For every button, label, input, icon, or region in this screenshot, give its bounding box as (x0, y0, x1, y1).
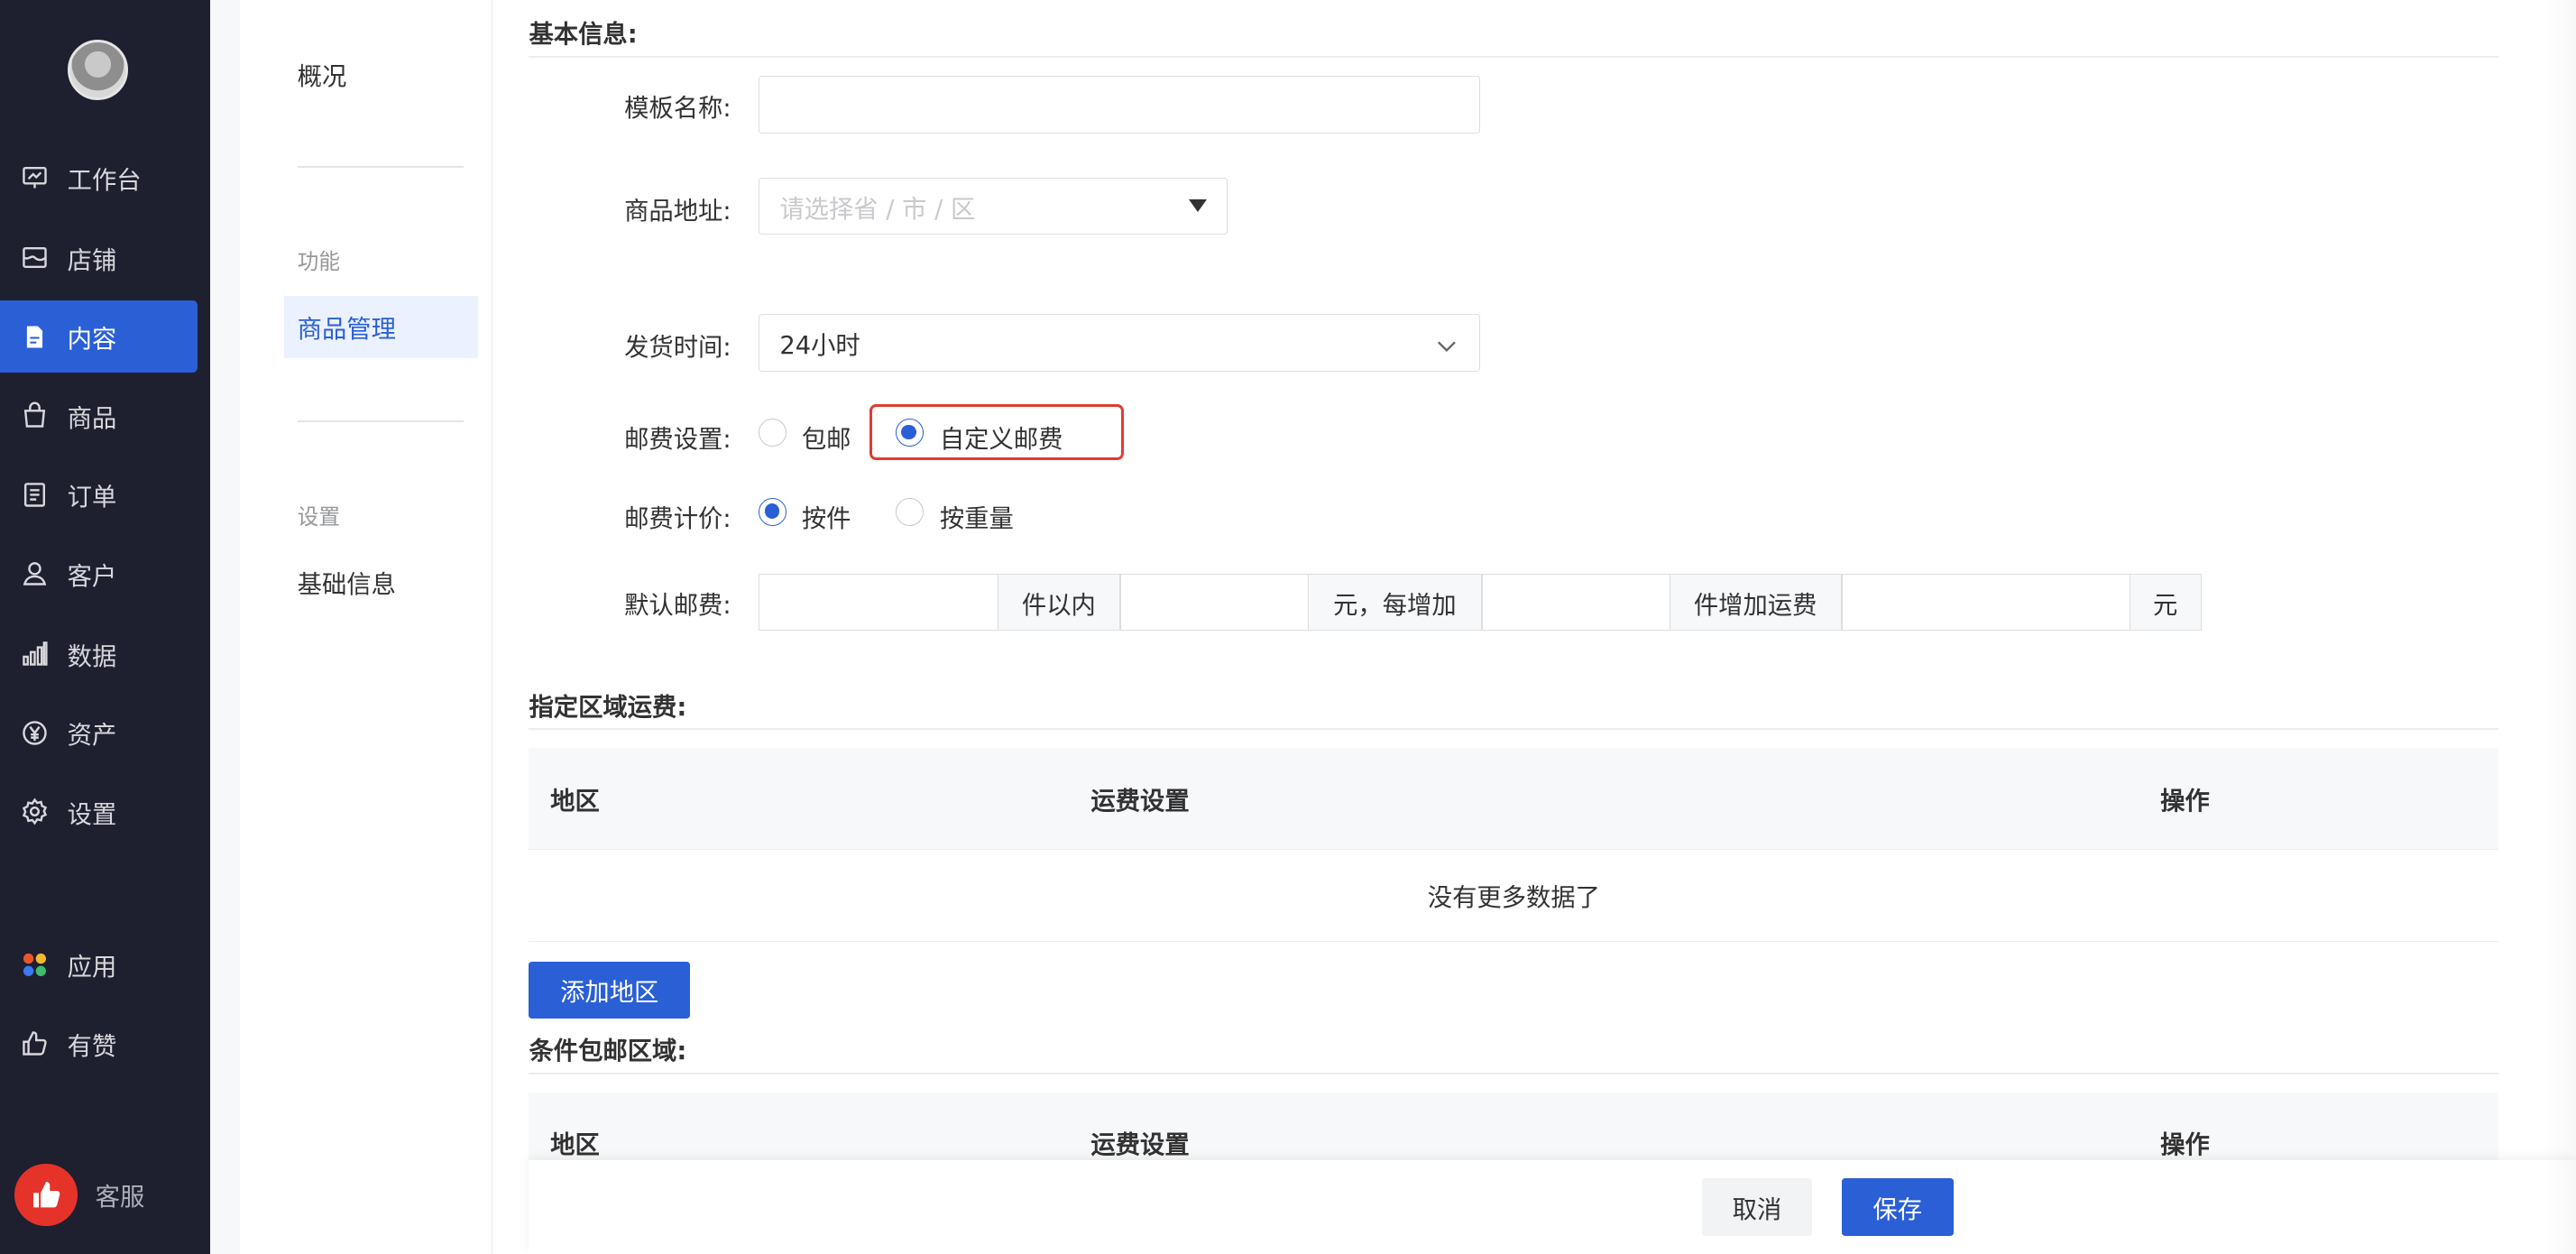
sub-item-label: 基础信息 (297, 570, 396, 599)
nav-item-apps[interactable]: 应用 (0, 928, 198, 1000)
nav-item-youzan[interactable]: 有赞 (0, 1008, 198, 1080)
sub-divider (297, 420, 464, 423)
addon-yuan: 元 (2129, 573, 2202, 632)
nav-item-customers[interactable]: 客户 (0, 538, 198, 610)
nav-label: 店铺 (67, 246, 117, 275)
radio-free-shipping-label[interactable]: 包邮 (802, 419, 851, 455)
col-setting: 运费设置 (1090, 1130, 1190, 1159)
cancel-button[interactable]: 取消 (1701, 1177, 1812, 1236)
col-action: 操作 (2160, 1130, 2210, 1159)
radio-by-piece-label[interactable]: 按件 (802, 498, 851, 534)
nav-label: 内容 (67, 326, 117, 355)
main-nav: 工作台 店铺 内容 商品 订单 客户 数据 资产 设置 应用 有赞 客服 (0, 0, 211, 1254)
address-select[interactable]: 请选择省 / 市 / 区 (759, 177, 1228, 235)
section-title-basic: 基本信息: (529, 20, 638, 49)
nav-gutter (210, 0, 240, 1254)
ship-time-label: 发货时间: (624, 334, 731, 363)
app-root: 工作台 店铺 内容 商品 订单 客户 数据 资产 设置 应用 有赞 客服 概况 … (0, 0, 2576, 1254)
region-table-header: 地区 运费设置 操作 (529, 747, 2499, 850)
address-placeholder: 请选择省 / 市 / 区 (779, 195, 976, 224)
sub-item-basic-info[interactable]: 基础信息 (284, 550, 478, 613)
nav-item-assets[interactable]: 资产 (0, 696, 198, 769)
sub-item-label: 商品管理 (297, 316, 396, 345)
sub-item-goods-manage[interactable]: 商品管理 (284, 295, 479, 359)
add-region-button[interactable]: 添加地区 (529, 961, 690, 1019)
sub-group-settings: 设置 (297, 503, 340, 530)
nav-item-content[interactable]: 内容 (0, 300, 198, 373)
sub-item-overview[interactable]: 概况 (284, 42, 478, 105)
radio-by-piece[interactable] (759, 497, 787, 526)
addon-yuan-each-add: 元，每增加 (1307, 573, 1482, 632)
sub-item-label: 概况 (297, 62, 347, 91)
customer-service-button[interactable]: 客服 (14, 1163, 145, 1226)
section-divider (529, 55, 2499, 58)
ship-time-select[interactable]: 24小时 (759, 313, 1481, 372)
chart-icon (20, 640, 50, 669)
section-divider (529, 1073, 2499, 1075)
order-icon (20, 480, 50, 510)
action-footer: 取消 保存 (529, 1159, 2576, 1254)
chevron-down-icon (1437, 331, 1457, 362)
section-title-conditional: 条件包邮区域: (529, 1037, 687, 1066)
nav-item-data[interactable]: 数据 (0, 618, 198, 690)
nav-label: 有赞 (67, 1032, 117, 1061)
first-pieces-input[interactable] (759, 573, 999, 632)
postage-label: 邮费设置: (624, 426, 731, 455)
document-icon (20, 322, 50, 352)
col-region: 地区 (550, 1130, 600, 1159)
ship-time-value: 24小时 (779, 331, 860, 360)
template-name-label: 模板名称: (624, 94, 731, 123)
radio-free-shipping[interactable] (759, 419, 787, 447)
nav-label: 数据 (67, 642, 117, 671)
nav-label: 客户 (67, 562, 117, 591)
pricing-label: 邮费计价: (624, 504, 731, 533)
extra-fee-input[interactable] (1841, 573, 2131, 632)
scroll-shadow (2543, 0, 2576, 1254)
dashboard-icon (20, 162, 50, 192)
nav-label: 应用 (67, 954, 117, 982)
extra-pieces-input[interactable] (1481, 573, 1671, 632)
nav-label: 商品 (67, 404, 117, 433)
avatar[interactable] (67, 39, 129, 101)
nav-label: 资产 (67, 722, 117, 751)
col-setting: 运费设置 (1090, 787, 1190, 816)
sub-nav: 概况 功能 商品管理 设置 基础信息 (239, 0, 493, 1254)
save-button[interactable]: 保存 (1841, 1177, 1954, 1236)
template-name-input[interactable] (759, 75, 1481, 134)
bag-icon (20, 401, 50, 430)
nav-label: 工作台 (67, 166, 142, 195)
yuan-icon (20, 718, 50, 748)
address-label: 商品地址: (624, 198, 731, 226)
default-fee-label: 默认邮费: (624, 592, 731, 621)
addon-pieces-extra-fee: 件增加运费 (1669, 573, 1842, 632)
thumb-icon (20, 1028, 50, 1058)
sub-group-function: 功能 (297, 249, 340, 275)
gear-icon (20, 797, 50, 826)
section-divider (529, 727, 2499, 730)
sub-divider (297, 165, 464, 168)
nav-item-orders[interactable]: 订单 (0, 458, 198, 530)
nav-label: 设置 (67, 800, 117, 829)
user-icon (20, 558, 50, 588)
addon-pieces-within: 件以内 (997, 573, 1121, 632)
annotation-highlight-box (869, 404, 1124, 460)
apps-icon (20, 950, 50, 980)
shop-icon (20, 244, 50, 273)
thumb-up-icon (14, 1163, 78, 1226)
nav-item-workbench[interactable]: 工作台 (0, 142, 198, 214)
section-title-region: 指定区域运费: (529, 694, 687, 723)
nav-item-goods[interactable]: 商品 (0, 380, 198, 452)
col-region: 地区 (550, 787, 600, 816)
first-fee-input[interactable] (1120, 573, 1310, 632)
caret-down-icon (1188, 199, 1207, 212)
nav-item-settings[interactable]: 设置 (0, 776, 198, 848)
radio-by-weight-label[interactable]: 按重量 (940, 498, 1014, 534)
radio-by-weight[interactable] (895, 497, 924, 526)
empty-state: 没有更多数据了 (529, 850, 2499, 942)
nav-label: 订单 (67, 484, 117, 512)
col-action: 操作 (2160, 787, 2210, 816)
nav-item-shop[interactable]: 店铺 (0, 222, 198, 294)
service-label: 客服 (95, 1184, 145, 1213)
